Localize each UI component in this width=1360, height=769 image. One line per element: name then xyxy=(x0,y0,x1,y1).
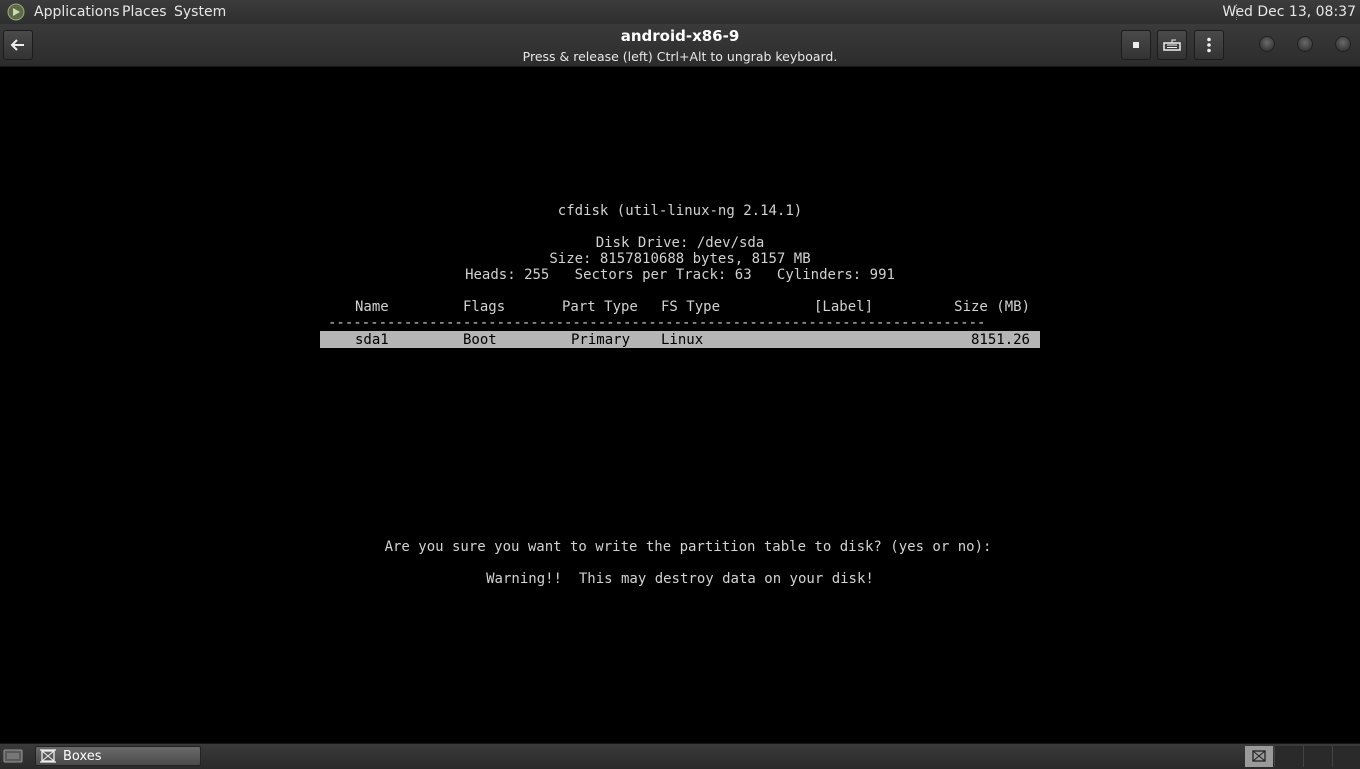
bottom-panel: Boxes xyxy=(0,743,1360,769)
boxes-app-icon xyxy=(40,749,56,763)
disk-size: Size: 8157810688 bytes, 8157 MB xyxy=(549,251,811,267)
column-header-name: Name xyxy=(355,299,389,315)
menu-applications[interactable]: Applications xyxy=(34,3,120,21)
window-title: android-x86-9 xyxy=(620,27,740,45)
taskbar-item-boxes[interactable]: Boxes xyxy=(35,746,201,766)
row-fs-type: Linux xyxy=(661,332,704,348)
top-panel: Applications Places System Wed Dec 13, 0… xyxy=(0,0,1360,24)
row-size: 8151.26 xyxy=(970,332,1030,348)
vertical-dots-icon xyxy=(1207,37,1211,53)
column-header-flags: Flags xyxy=(463,299,506,315)
row-name: sda1 xyxy=(355,332,389,348)
minimize-window-button[interactable] xyxy=(1259,36,1275,52)
workspace-4[interactable] xyxy=(1332,746,1360,767)
stop-icon xyxy=(1133,42,1139,48)
workspace-3[interactable] xyxy=(1303,746,1332,767)
column-header-fs-type: FS Type xyxy=(661,299,721,315)
vm-display[interactable]: cfdisk (util-linux-ng 2.14.1) Disk Drive… xyxy=(0,67,1360,743)
menu-button[interactable] xyxy=(1194,30,1224,60)
taskbar-item-label: Boxes xyxy=(63,749,102,764)
column-header-part-type: Part Type xyxy=(562,299,638,315)
keyboard-icon xyxy=(1163,39,1181,51)
window-subtitle: Press & release (left) Ctrl+Alt to ungra… xyxy=(522,49,838,64)
workspace-2[interactable] xyxy=(1274,746,1303,767)
show-desktop-icon[interactable] xyxy=(3,748,23,764)
distro-logo-icon[interactable] xyxy=(7,3,25,21)
column-header-label: [Label] xyxy=(814,299,874,315)
close-window-button[interactable] xyxy=(1335,36,1351,52)
boxes-app-icon xyxy=(1252,750,1266,762)
cfdisk-version: cfdisk (util-linux-ng 2.14.1) xyxy=(557,203,803,219)
column-header-size: Size (MB) xyxy=(954,299,1030,315)
clock[interactable]: Wed Dec 13, 08:37 xyxy=(1222,3,1356,21)
disk-geometry: Heads: 255 Sectors per Track: 63 Cylinde… xyxy=(465,267,895,283)
menu-system[interactable]: System xyxy=(174,3,226,21)
workspace-1[interactable] xyxy=(1245,746,1273,767)
disk-drive: Disk Drive: /dev/sda xyxy=(595,235,765,251)
menu-places[interactable]: Places xyxy=(122,3,167,21)
table-separator: ----------------------------------------… xyxy=(328,315,986,331)
stop-button[interactable] xyxy=(1121,30,1151,60)
row-part-type: Primary xyxy=(571,332,631,348)
row-flags: Boot xyxy=(463,332,497,348)
table-row[interactable]: sda1 Boot Primary Linux 8151.26 xyxy=(320,331,1040,348)
write-confirm-prompt: Are you sure you want to write the parti… xyxy=(384,539,992,555)
warning-message: Warning!! This may destroy data on your … xyxy=(486,571,874,587)
window-header-bar: android-x86-9 Press & release (left) Ctr… xyxy=(0,24,1360,67)
keyboard-button[interactable] xyxy=(1157,30,1187,60)
maximize-window-button[interactable] xyxy=(1297,36,1313,52)
